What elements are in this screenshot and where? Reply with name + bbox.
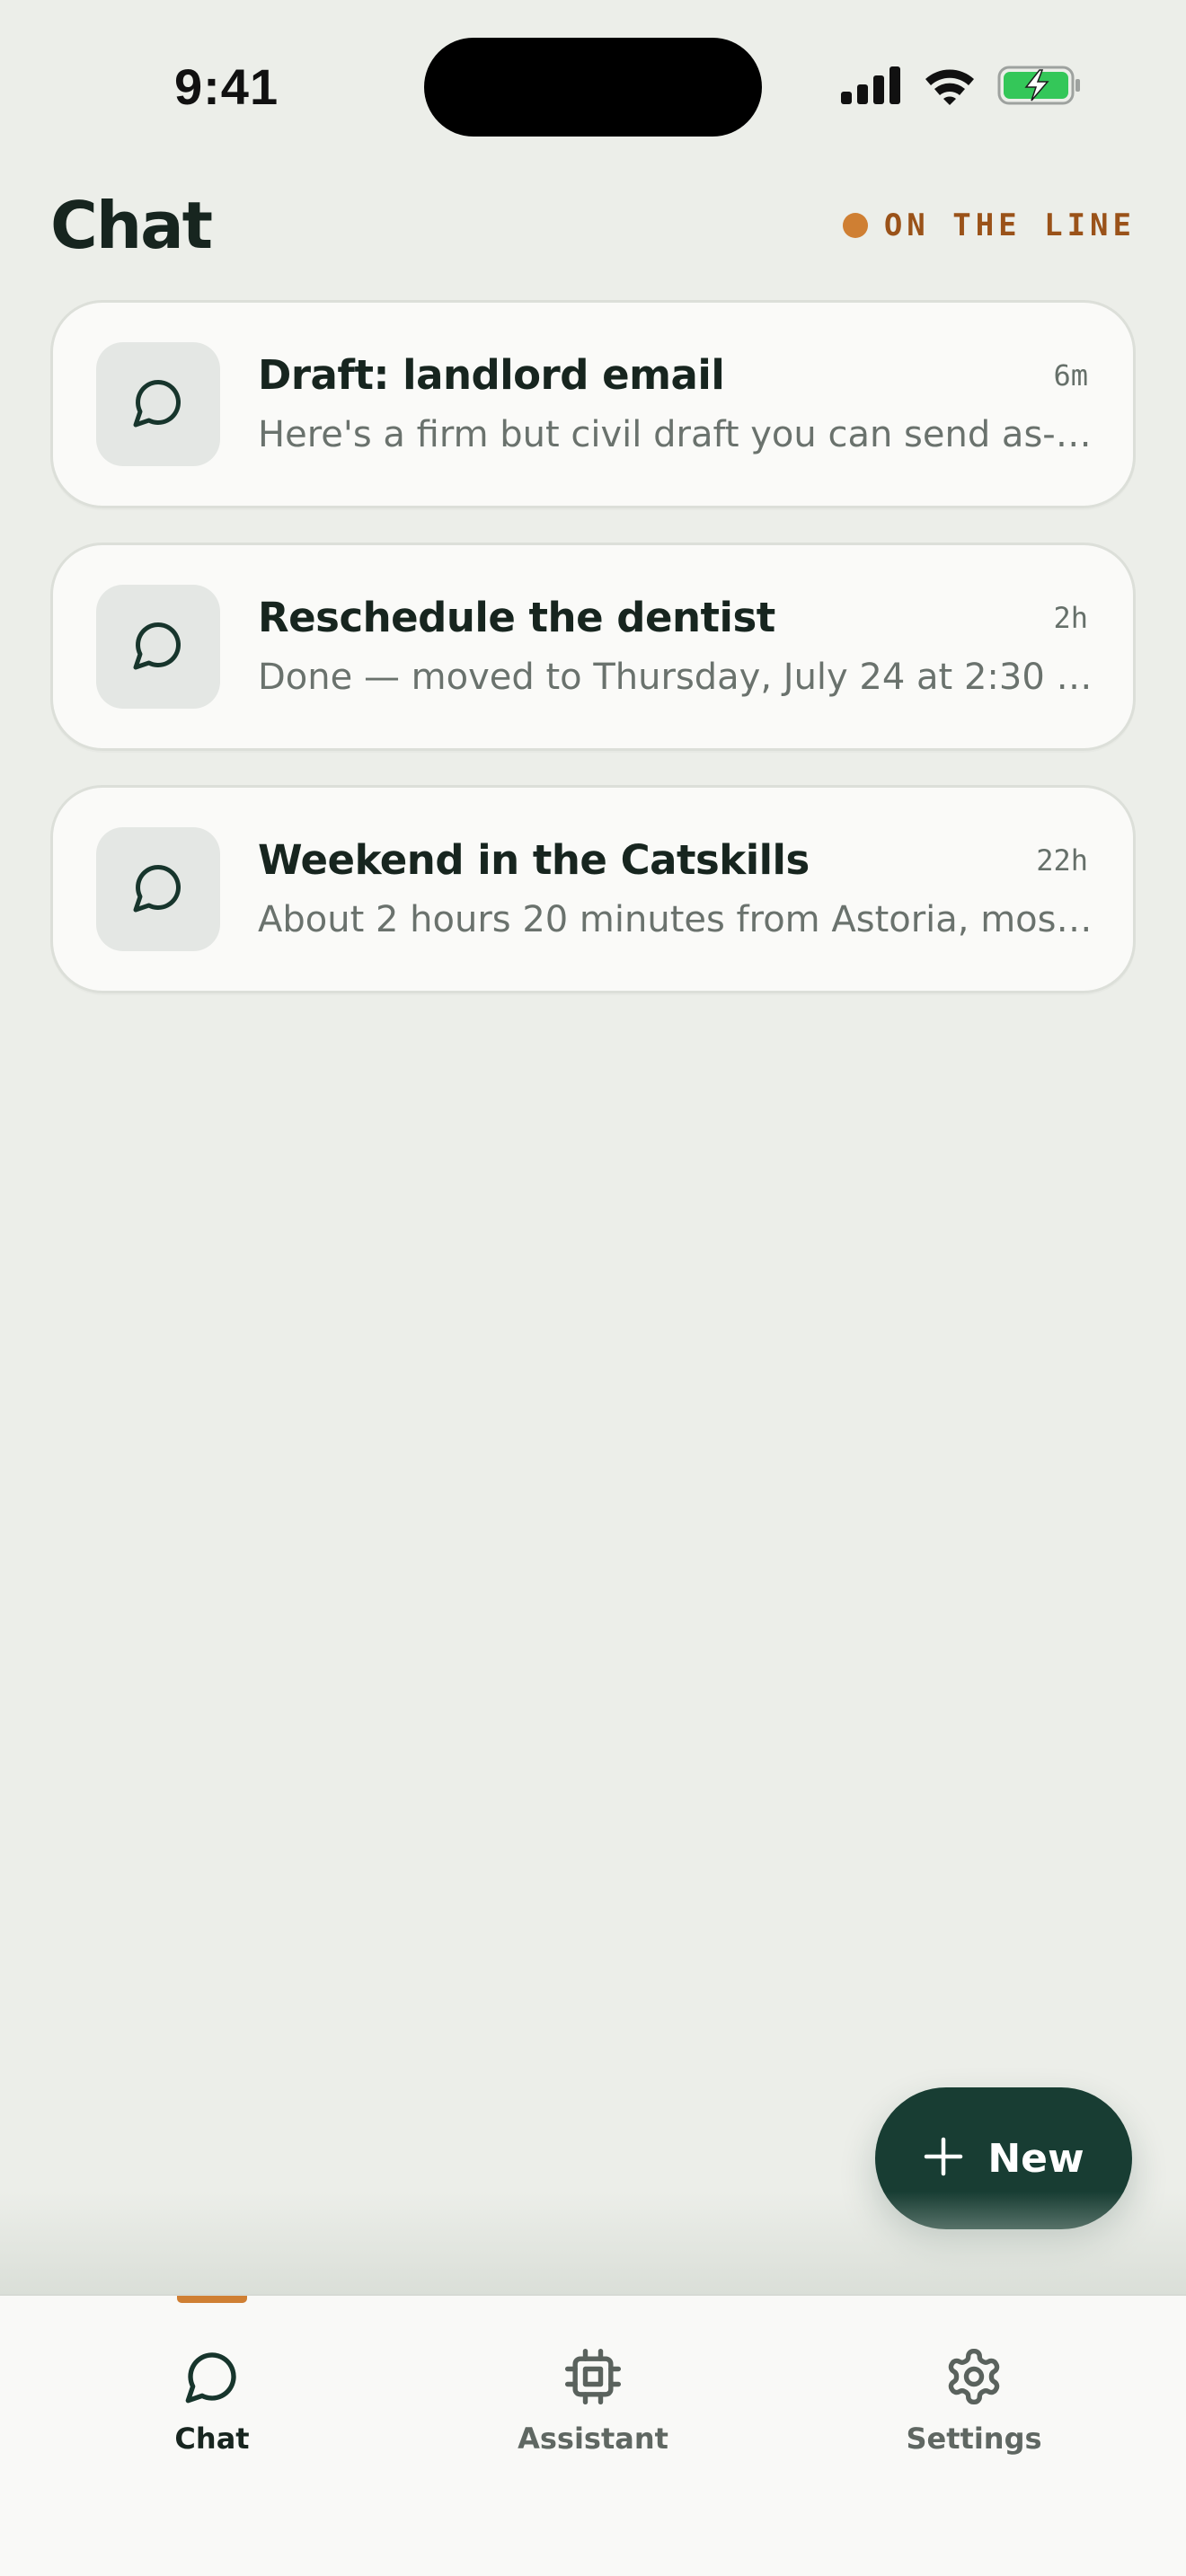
wifi-icon <box>922 65 978 110</box>
tab-chat-label: Chat <box>174 2422 250 2456</box>
conversation-time: 2h <box>1053 601 1088 635</box>
conversation-title: Weekend in the Catskills <box>258 836 810 884</box>
active-tab-indicator <box>177 2296 247 2303</box>
chat-bubble-icon <box>131 860 185 918</box>
conversation-title: Reschedule the dentist <box>258 594 775 641</box>
tab-settings-label: Settings <box>906 2422 1042 2456</box>
tab-assistant-label: Assistant <box>518 2422 668 2456</box>
status-dot-icon <box>842 213 868 238</box>
conversation-time: 22h <box>1036 843 1088 878</box>
cellular-signal-icon <box>839 65 902 110</box>
conversation-list: Draft: landlord email 6m Here's a firm b… <box>50 300 1136 1028</box>
tab-assistant[interactable]: Assistant <box>458 2296 728 2475</box>
chat-bubble-icon <box>131 618 185 675</box>
status-icons <box>839 65 1082 110</box>
tab-settings[interactable]: Settings <box>839 2296 1109 2475</box>
gear-icon <box>943 2346 1005 2407</box>
status-time: 9:41 <box>174 58 279 115</box>
tab-bar: Chat Assistant Settings <box>0 2294 1186 2576</box>
chat-bubble-icon <box>183 2346 241 2407</box>
battery-charging-icon <box>997 65 1082 110</box>
new-chat-label: New <box>987 2135 1084 2182</box>
bottom-fade <box>0 2192 1186 2296</box>
conversation-preview: Done — moved to Thursday, July 24 at 2:3… <box>258 657 1095 698</box>
tab-chat[interactable]: Chat <box>77 2296 347 2475</box>
conversation-title: Draft: landlord email <box>258 351 725 399</box>
conversation-time: 6m <box>1053 358 1088 393</box>
conversation-avatar <box>96 342 220 466</box>
conversation-card[interactable]: Reschedule the dentist 2h Done — moved t… <box>50 543 1136 751</box>
conversation-preview: About 2 hours 20 minutes from Astoria, m… <box>258 899 1095 940</box>
conversation-avatar <box>96 827 220 951</box>
chip-icon <box>562 2346 624 2407</box>
conversation-preview: Here's a firm but civil draft you can se… <box>258 414 1095 455</box>
status-bar: 9:41 <box>0 0 1186 171</box>
connection-status: ON THE LINE <box>842 207 1136 243</box>
connection-status-label: ON THE LINE <box>883 207 1136 243</box>
conversation-card[interactable]: Weekend in the Catskills 22h About 2 hou… <box>50 785 1136 993</box>
dynamic-island <box>424 38 762 137</box>
header: Chat ON THE LINE <box>50 176 1136 275</box>
conversation-avatar <box>96 585 220 709</box>
conversation-card[interactable]: Draft: landlord email 6m Here's a firm b… <box>50 300 1136 508</box>
page-title: Chat <box>50 188 213 263</box>
chat-bubble-icon <box>131 375 185 433</box>
plus-icon <box>923 2136 964 2181</box>
